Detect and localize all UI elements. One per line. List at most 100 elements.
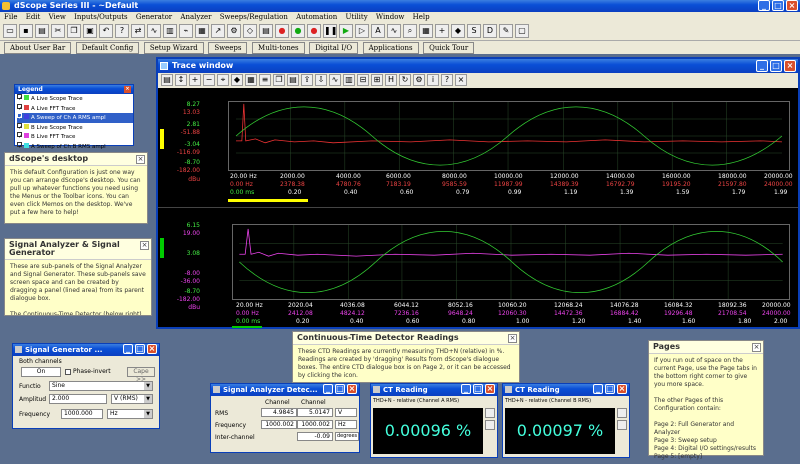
ct-b-maximize-button[interactable]: □ bbox=[605, 384, 615, 394]
trace-import-icon[interactable]: ⇩ bbox=[315, 74, 327, 86]
trace-grid-icon[interactable]: ▦ bbox=[245, 74, 257, 86]
legend-item[interactable]: ✓ A Sweep of Ch A RMS ampl bbox=[17, 113, 133, 123]
checkbox-icon[interactable]: ✓ bbox=[17, 103, 23, 112]
memo-pages[interactable]: Pages If you run out of space on the cur… bbox=[648, 340, 764, 460]
trace-settings-icon[interactable]: ⚙ bbox=[413, 74, 425, 86]
memo-close-icon[interactable]: × bbox=[140, 241, 149, 250]
checkbox-icon[interactable]: ✓ bbox=[17, 94, 23, 102]
memo-ctd[interactable]: Continuous-Time Detector Readings These … bbox=[292, 331, 520, 383]
trace-overlay-icon[interactable]: ⊞ bbox=[371, 74, 383, 86]
trace-print-icon[interactable]: ▤ bbox=[287, 74, 299, 86]
play-icon[interactable]: ▶ bbox=[339, 24, 353, 38]
frequency-unit-select[interactable]: Hz ▼ bbox=[107, 409, 153, 419]
checkbox-icon[interactable]: ✓ bbox=[17, 113, 23, 121]
trace-hold-icon[interactable]: H bbox=[385, 74, 397, 86]
close-button[interactable]: × bbox=[786, 0, 798, 11]
paste-icon[interactable]: ▣ bbox=[83, 24, 97, 38]
memo-close-icon[interactable]: × bbox=[136, 155, 145, 164]
setup-wizard-button[interactable]: Setup Wizard bbox=[143, 42, 204, 54]
trace-scope-icon[interactable]: ∿ bbox=[329, 74, 341, 86]
analyzer-icon[interactable]: ▥ bbox=[163, 24, 177, 38]
menu-file[interactable]: File bbox=[4, 13, 17, 21]
step-icon[interactable]: ▷ bbox=[355, 24, 369, 38]
bottom-scroll-bar[interactable] bbox=[232, 326, 262, 328]
open-icon[interactable]: ▭ bbox=[3, 24, 17, 38]
marker-icon[interactable]: ◆ bbox=[451, 24, 465, 38]
results-icon[interactable]: ▤ bbox=[259, 24, 273, 38]
memo-desktop[interactable]: dScope's desktop This default Configurat… bbox=[4, 152, 148, 224]
top-trace-selector[interactable] bbox=[160, 129, 164, 149]
analyzer-maximize-button[interactable]: □ bbox=[335, 384, 345, 394]
menu-inputs-outputs[interactable]: Inputs/Outputs bbox=[74, 13, 127, 21]
checkbox-icon[interactable]: ✓ bbox=[17, 122, 23, 131]
ct-b-close-button[interactable]: × bbox=[617, 384, 627, 394]
generator-icon[interactable]: ∿ bbox=[147, 24, 161, 38]
analyzer-close-button[interactable]: × bbox=[347, 384, 357, 394]
trace-cursor-icon[interactable]: ⌖ bbox=[217, 74, 229, 86]
auto-icon[interactable]: A bbox=[371, 24, 385, 38]
cut-icon[interactable]: ✂ bbox=[51, 24, 65, 38]
frequency-input[interactable]: 1000.000 bbox=[61, 409, 103, 419]
trace-icon[interactable]: ∿ bbox=[387, 24, 401, 38]
ct-b-side-icon[interactable] bbox=[617, 408, 627, 418]
trace-marker-icon[interactable]: ◆ bbox=[231, 74, 243, 86]
cursor-icon[interactable]: + bbox=[435, 24, 449, 38]
menu-edit[interactable]: Edit bbox=[26, 13, 41, 21]
top-graph[interactable] bbox=[228, 101, 790, 171]
analyzer-minimize-button[interactable]: _ bbox=[323, 384, 333, 394]
ct-a-minimize-button[interactable]: _ bbox=[461, 384, 471, 394]
legend-item[interactable]: ✓ B Live FFT Trace bbox=[17, 132, 133, 142]
save-icon[interactable]: ▪ bbox=[19, 24, 33, 38]
freq-unit-select[interactable]: Hz bbox=[335, 420, 357, 429]
about-user-bar-button[interactable]: About User Bar bbox=[4, 42, 72, 54]
ct-a-side-icon[interactable] bbox=[485, 408, 495, 418]
cape-button[interactable]: Cape >> bbox=[127, 367, 155, 383]
print-icon[interactable]: ▤ bbox=[35, 24, 49, 38]
grid-icon[interactable]: ▦ bbox=[419, 24, 433, 38]
stop-red-icon[interactable]: ● bbox=[307, 24, 321, 38]
trace-split-icon[interactable]: ⊟ bbox=[357, 74, 369, 86]
window-icon[interactable]: ▢ bbox=[515, 24, 529, 38]
chevron-down-icon[interactable]: ▼ bbox=[144, 410, 152, 418]
memo-close-icon[interactable]: × bbox=[508, 334, 517, 343]
generator-on-button[interactable]: On bbox=[21, 367, 61, 377]
maximize-button[interactable]: □ bbox=[772, 0, 784, 11]
inter-unit-select[interactable]: degrees bbox=[335, 432, 359, 441]
trace-fft-icon[interactable]: ▥ bbox=[343, 74, 355, 86]
io-icon[interactable]: ⇄ bbox=[131, 24, 145, 38]
trace-close-button[interactable]: × bbox=[784, 60, 796, 72]
digital-icon[interactable]: D bbox=[483, 24, 497, 38]
legend-close-button[interactable]: × bbox=[124, 86, 131, 93]
fft-icon[interactable]: ▦ bbox=[195, 24, 209, 38]
chevron-down-icon[interactable]: ▼ bbox=[144, 395, 152, 403]
trace-help-icon[interactable]: ? bbox=[441, 74, 453, 86]
trace-zoom-out-icon[interactable]: − bbox=[203, 74, 215, 86]
bottom-trace-selector[interactable] bbox=[160, 238, 164, 258]
rms-unit-select[interactable]: V bbox=[335, 408, 357, 417]
amplitude-input[interactable]: 2.000 bbox=[49, 394, 107, 404]
record-red-icon[interactable]: ● bbox=[275, 24, 289, 38]
quick-tour-button[interactable]: Quick Tour bbox=[423, 42, 475, 54]
digital-io-button[interactable]: Digital I/O bbox=[309, 42, 359, 54]
default-config-button[interactable]: Default Config bbox=[75, 42, 140, 54]
checkbox-icon[interactable]: ✓ bbox=[17, 132, 23, 140]
menu-window[interactable]: Window bbox=[376, 13, 405, 21]
memo-close-icon[interactable]: × bbox=[752, 343, 761, 352]
menu-generator[interactable]: Generator bbox=[136, 13, 172, 21]
ct-a-close-button[interactable]: × bbox=[485, 384, 495, 394]
trace-properties-icon[interactable]: ▤ bbox=[161, 74, 173, 86]
trace-minimize-button[interactable]: _ bbox=[756, 60, 768, 72]
legend-item[interactable]: ✓ A Live Scope Trace bbox=[17, 94, 133, 104]
help-icon[interactable]: ? bbox=[115, 24, 129, 38]
script-icon[interactable]: S bbox=[467, 24, 481, 38]
phase-invert-checkbox[interactable] bbox=[65, 369, 71, 375]
menu-view[interactable]: View bbox=[49, 13, 66, 21]
trace-close-icon[interactable]: × bbox=[455, 74, 467, 86]
trace-refresh-icon[interactable]: ↻ bbox=[399, 74, 411, 86]
scope-icon[interactable]: ⌁ bbox=[179, 24, 193, 38]
legend-item[interactable]: ✓ B Live Scope Trace bbox=[17, 122, 133, 133]
ct-b-minimize-button[interactable]: _ bbox=[593, 384, 603, 394]
zoom-icon[interactable]: ⌕ bbox=[403, 24, 417, 38]
menu-automation[interactable]: Automation bbox=[296, 13, 337, 21]
trace-copy-icon[interactable]: ❐ bbox=[273, 74, 285, 86]
